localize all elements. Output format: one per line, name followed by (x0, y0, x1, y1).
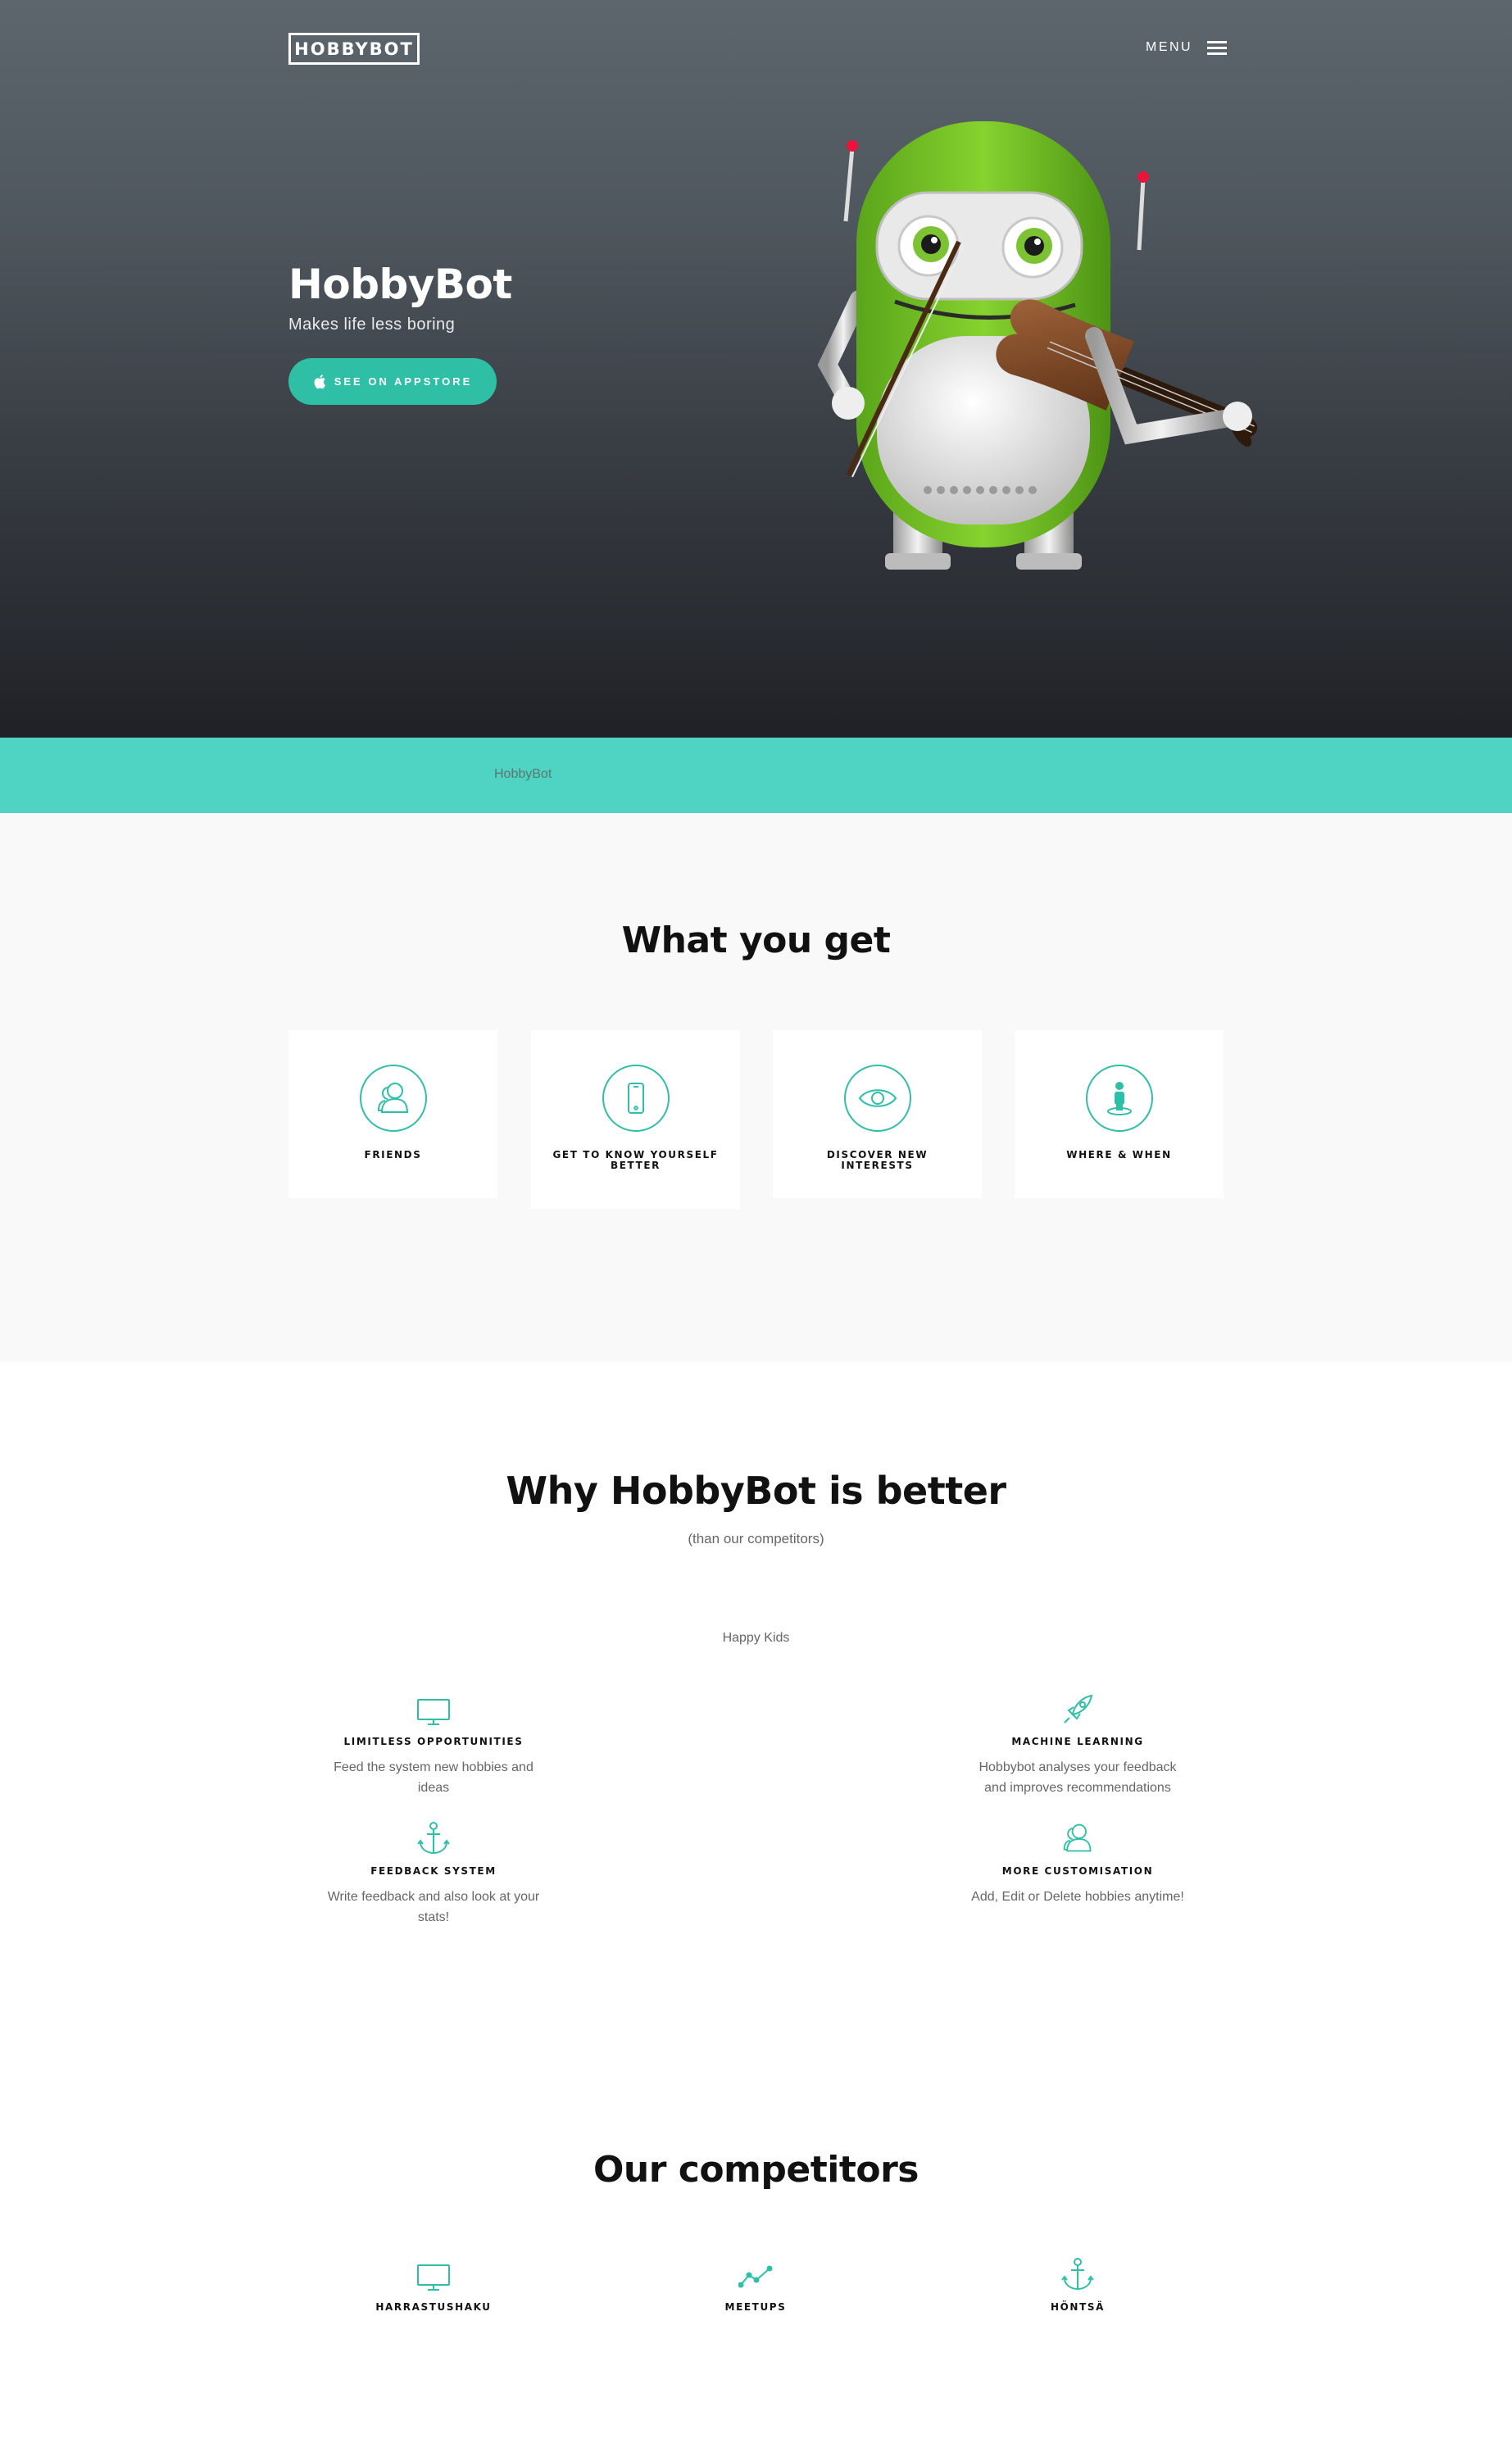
why-item-text: Write feedback and also look at your sta… (327, 1890, 540, 1924)
competitors-section: Our competitors HARRASTUSHAKU MEETUPS HÖ… (0, 2067, 1512, 2457)
mobile-phone-icon (627, 1083, 644, 1114)
hamburger-icon (1207, 40, 1228, 55)
why-title: Why HobbyBot is better (506, 1469, 1006, 1513)
feature-card-label: DISCOVER NEW INTERESTS (826, 1149, 929, 1171)
feature-card-label: FRIENDS (364, 1149, 422, 1160)
appstore-button[interactable]: SEE ON APPSTORE (288, 358, 497, 405)
menu-label: MENU (1146, 40, 1193, 54)
why-item-limitless: LIMITLESS OPPORTUNITIES Feed the system … (311, 1690, 556, 1798)
brand-band: HobbyBot (0, 738, 1512, 813)
why-item-text: Feed the system new hobbies and ideas (334, 1760, 534, 1795)
competitor-hontsa: HÖNTSÄ (996, 2255, 1160, 2313)
monitor-icon (417, 1699, 450, 1725)
feature-card-discover[interactable]: DISCOVER NEW INTERESTS (773, 1030, 982, 1198)
anchor-icon (417, 1822, 450, 1855)
why-item-feedback: FEEDBACK SYSTEM Write feedback and also … (311, 1819, 556, 1928)
why-item-customisation: MORE CUSTOMISATION Add, Edit or Delete h… (955, 1819, 1201, 1907)
monitor-icon (417, 2264, 450, 2291)
why-item-machine-learning: MACHINE LEARNING Hobbybot analyses your … (955, 1690, 1201, 1798)
location-person-icon (1106, 1082, 1132, 1115)
feature-card-know-yourself[interactable]: GET TO KNOW YOURSELF BETTER (531, 1030, 740, 1209)
features-section: What you get FRIENDS GET TO KNOW YOURSEL… (0, 813, 1512, 1362)
apple-icon (314, 375, 325, 389)
hero-section: HOBBYBOT MENU HobbyBot Makes life less b… (0, 0, 1512, 738)
rocket-icon (1064, 1694, 1093, 1724)
why-section: Why HobbyBot is better (than our competi… (0, 1362, 1512, 2067)
appstore-button-label: SEE ON APPSTORE (334, 375, 473, 388)
why-item-title: MACHINE LEARNING (1011, 1736, 1144, 1747)
feature-card-label: GET TO KNOW YOURSELF BETTER (552, 1149, 719, 1171)
competitor-name: HÖNTSÄ (1050, 2301, 1105, 2313)
feature-card-where-when[interactable]: WHERE & WHEN (1015, 1030, 1224, 1198)
competitors-title: Our competitors (593, 2149, 919, 2191)
why-image-caption: Happy Kids (722, 1631, 790, 1645)
logo[interactable]: HOBBYBOT (288, 33, 420, 65)
users-icon (377, 1083, 408, 1113)
users-icon (1063, 1823, 1092, 1852)
hero-title: HobbyBot (288, 261, 512, 308)
hero-subtitle: Makes life less boring (288, 316, 456, 334)
trend-line-icon (738, 2265, 773, 2288)
why-item-title: LIMITLESS OPPORTUNITIES (343, 1736, 524, 1747)
competitor-meetups: MEETUPS (674, 2255, 838, 2313)
band-text: HobbyBot (494, 767, 552, 781)
menu-button[interactable]: MENU (1146, 36, 1228, 59)
competitor-harrastushaku: HARRASTUSHAKU (352, 2255, 515, 2313)
robot-violin-illustration (817, 121, 1258, 570)
competitor-name: MEETUPS (724, 2301, 787, 2313)
why-item-text: Hobbybot analyses your feedback and impr… (978, 1760, 1177, 1795)
competitor-name: HARRASTUSHAKU (375, 2301, 492, 2313)
why-subtitle: (than our competitors) (688, 1531, 824, 1546)
feature-card-label: WHERE & WHEN (1066, 1149, 1172, 1160)
features-title: What you get (621, 920, 891, 961)
why-item-text: Add, Edit or Delete hobbies anytime! (971, 1890, 1184, 1904)
eye-icon (858, 1089, 897, 1107)
why-item-title: MORE CUSTOMISATION (1001, 1865, 1154, 1877)
anchor-icon (1061, 2258, 1094, 2291)
why-item-title: FEEDBACK SYSTEM (370, 1865, 497, 1877)
feature-card-friends[interactable]: FRIENDS (288, 1030, 497, 1198)
